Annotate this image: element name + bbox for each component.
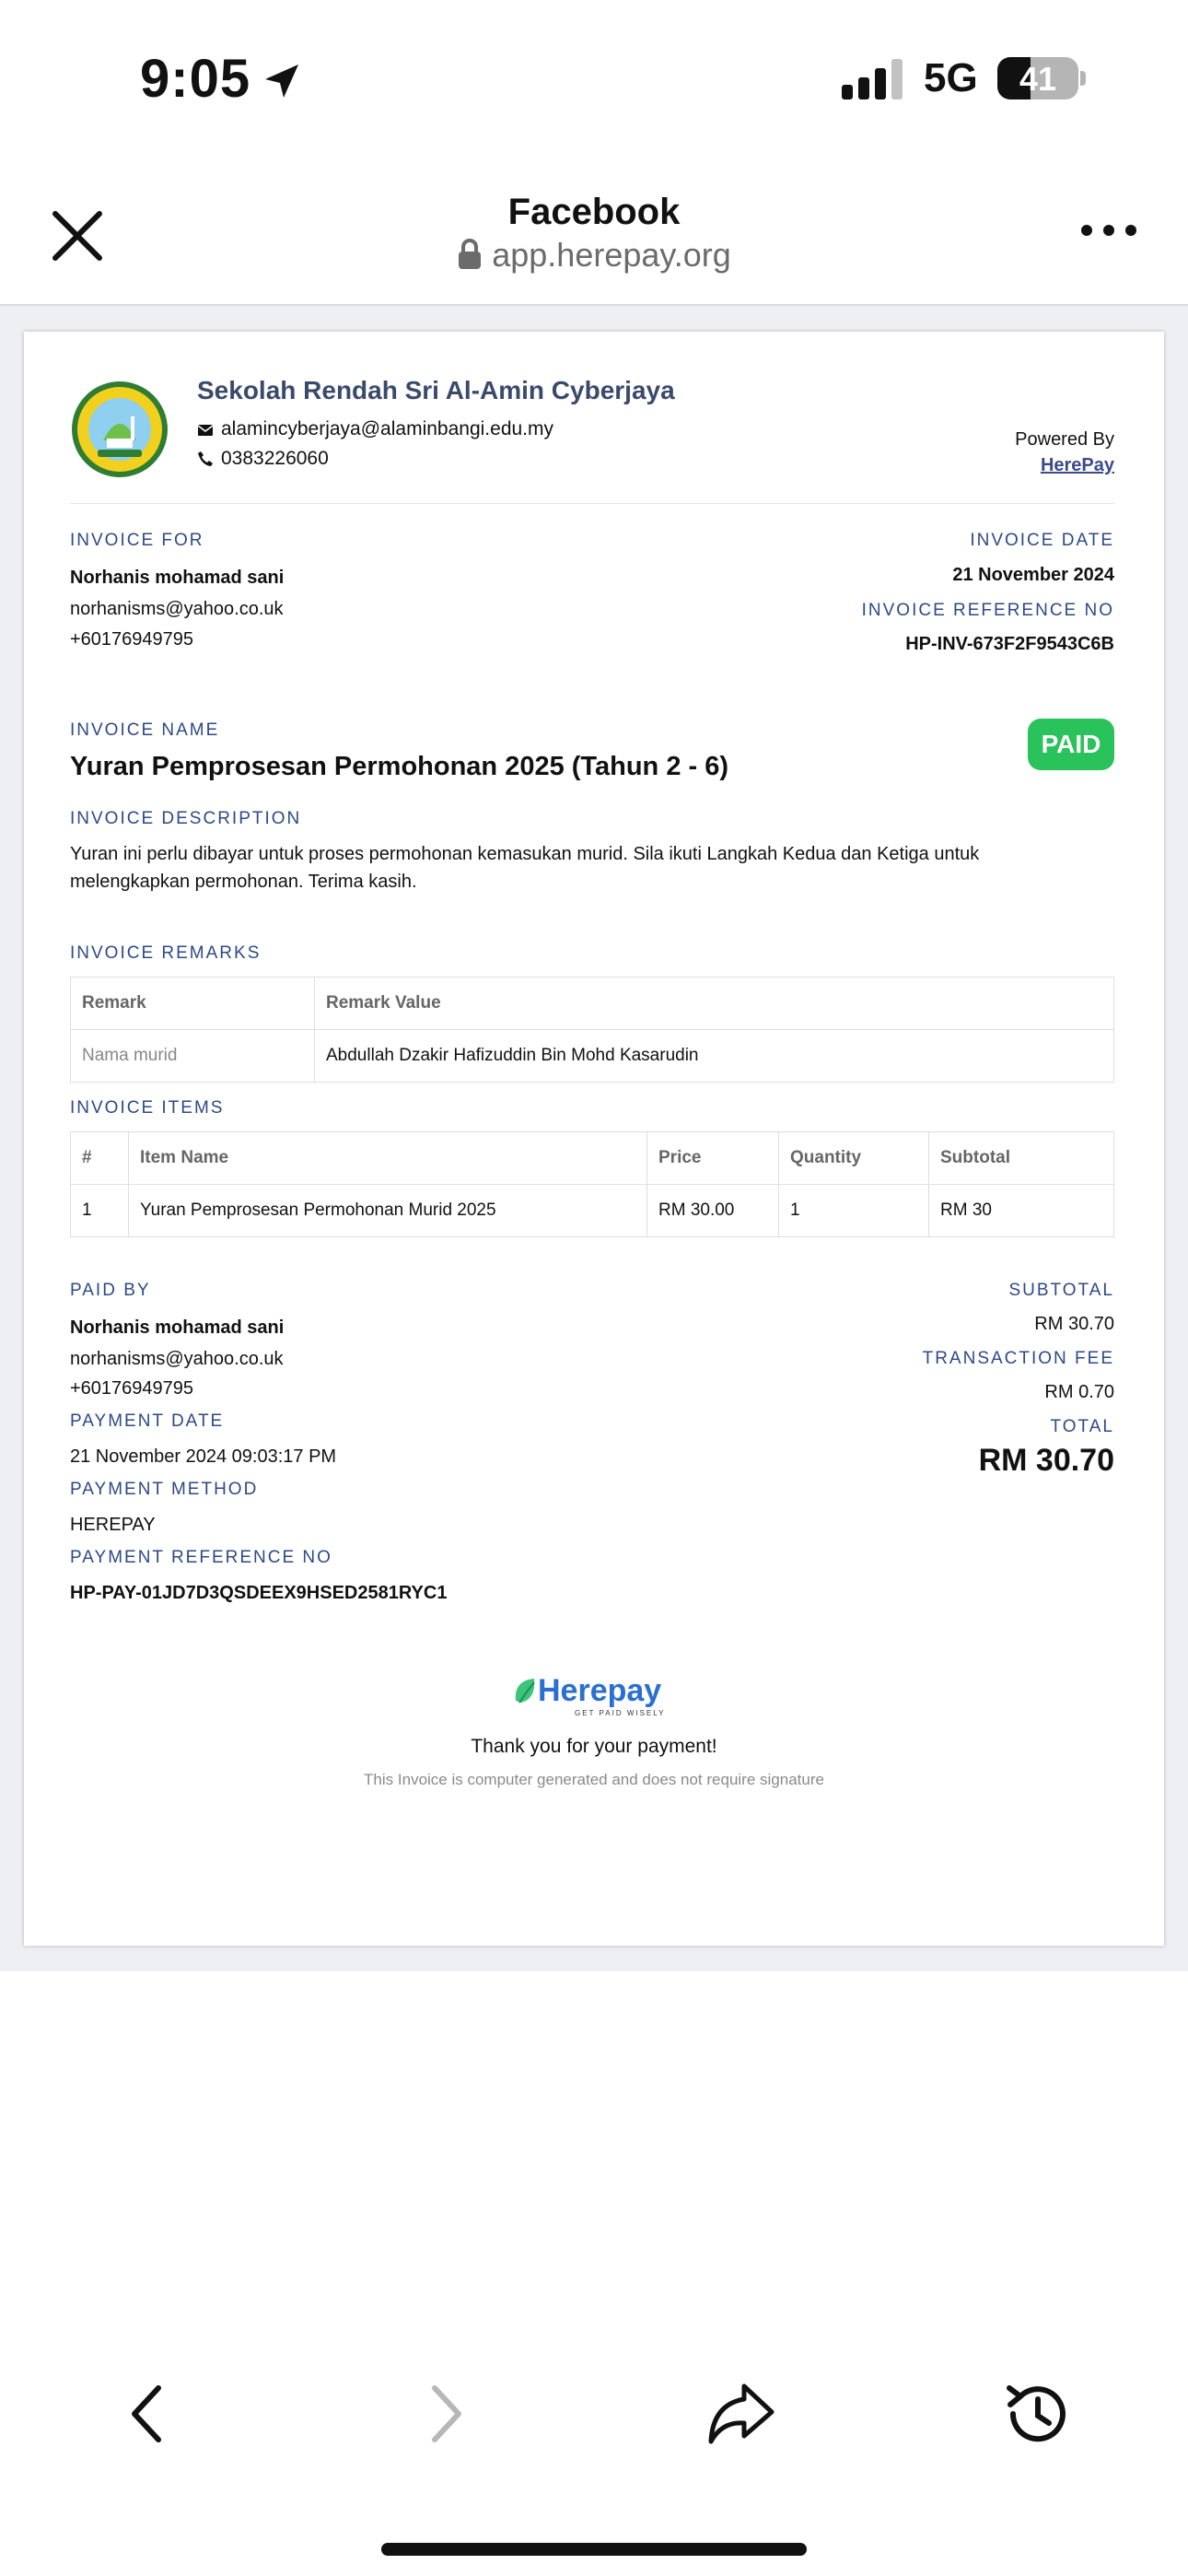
table-cell: 1 [778,1184,929,1237]
school-name: Sekolah Rendah Sri Al-Amin Cyberjaya [197,376,675,404]
table-header: Remark Value [314,977,1114,1030]
school-phone: 0383226060 [197,448,329,470]
table-header: Quantity [778,1131,929,1185]
table-header: # [70,1131,129,1185]
invoice-description: Yuran ini perlu dibayar untuk proses per… [70,844,980,892]
table-header: Item Name [128,1131,647,1185]
items-table: # Item Name Price Quantity Subtotal 1 Yu… [70,1131,1114,1237]
table-cell: 1 [70,1184,129,1237]
payment-ref-no: HP-PAY-01JD7D3QSDEEX9HSED2581RYC1 [70,1583,448,1603]
more-options-icon[interactable] [1079,221,1138,240]
payment-date-label: PAYMENT DATE [70,1411,225,1431]
battery-cap [1080,71,1086,86]
payment-ref-label: PAYMENT REFERENCE NO [70,1548,332,1567]
network-type: 5G [924,55,978,100]
school-email-text: alamincyberjaya@alaminbangi.edu.my [221,418,553,439]
invoice-date: 21 November 2024 [952,565,1114,585]
invoice-name: Yuran Pemprosesan Permohonan 2025 (Tahun… [70,752,729,781]
back-arrow-icon[interactable] [111,2377,184,2451]
table-header: Price [646,1131,779,1185]
total-value: RM 30.70 [978,1443,1114,1478]
home-indicator[interactable] [381,2543,807,2556]
school-logo [72,381,168,477]
browser-header: Facebook app.herepay.org [0,157,1188,306]
herepay-logo-text: Herepay [538,1673,661,1708]
payer-email: norhanisms@yahoo.co.uk [70,1349,284,1369]
table-cell: RM 30 [928,1184,1114,1237]
customer-name: Norhanis mohamad sani [70,568,285,588]
url-text: app.herepay.org [492,236,731,274]
payment-method: HEREPAY [70,1515,156,1535]
herepay-logo: Herepay GET PAID WISELY [515,1673,665,1717]
history-icon[interactable] [1000,2377,1074,2451]
table-header: Remark [70,977,315,1030]
invoice-date-label: INVOICE DATE [970,531,1114,550]
table-header-row: Remark Remark Value [70,977,1114,1030]
battery-icon: 41 [997,57,1078,100]
table-row: 1 Yuran Pemprosesan Permohonan Murid 202… [70,1184,1114,1237]
cellular-signal-icon [842,59,903,100]
herepay-tagline: GET PAID WISELY [575,1709,665,1717]
lock-icon [459,239,482,269]
subtotal-value: RM 30.70 [1034,1314,1114,1334]
table-header: Subtotal [928,1131,1114,1185]
battery-percent: 41 [1019,60,1057,98]
transaction-fee-label: TRANSACTION FEE [922,1349,1114,1368]
table-cell: Yuran Pemprosesan Permohonan Murid 2025 [128,1184,647,1237]
thank-you-message: Thank you for your payment! [471,1736,717,1757]
divider [70,503,1114,504]
total-label: TOTAL [1050,1417,1114,1436]
browser-url[interactable]: app.herepay.org [0,236,1188,275]
invoice-name-label: INVOICE NAME [70,720,220,740]
table-row: Nama murid Abdullah Dzakir Hafizuddin Bi… [70,1029,1114,1083]
remarks-table: Remark Remark Value Nama murid Abdullah … [70,977,1114,1083]
table-cell: Abdullah Dzakir Hafizuddin Bin Mohd Kasa… [314,1029,1114,1083]
share-icon[interactable] [704,2377,777,2451]
paid-by-label: PAID BY [70,1281,151,1300]
payment-method-label: PAYMENT METHOD [70,1480,259,1499]
envelope-icon [197,425,214,436]
signature-note: This Invoice is computer generated and d… [364,1771,824,1788]
invoice-description-label: INVOICE DESCRIPTION [70,809,302,828]
invoice-for-label: INVOICE FOR [70,531,204,550]
table-cell: Nama murid [70,1029,315,1083]
payer-name: Norhanis mohamad sani [70,1317,285,1338]
phone-icon [198,451,213,466]
subtotal-label: SUBTOTAL [1008,1281,1114,1300]
table-cell: RM 30.00 [646,1184,779,1237]
school-email: alamincyberjaya@alaminbangi.edu.my [197,418,553,440]
invoice-ref-no: HP-INV-673F2F9543C6B [905,634,1114,654]
forward-arrow-icon[interactable] [409,2377,483,2451]
invoice-ref-label: INVOICE REFERENCE NO [861,601,1114,620]
powered-by: Powered By [1015,429,1114,450]
invoice-remarks-label: INVOICE REMARKS [70,943,262,963]
school-phone-text: 0383226060 [221,448,329,469]
herepay-link[interactable]: HerePay [1041,455,1114,476]
status-badge: PAID [1028,719,1114,770]
browser-title: Facebook [507,192,681,232]
status-time: 9:05 [140,49,251,109]
customer-phone: +60176949795 [70,629,194,650]
invoice-items-label: INVOICE ITEMS [70,1098,225,1118]
customer-email: norhanisms@yahoo.co.uk [70,599,284,619]
payer-phone: +60176949795 [70,1378,194,1399]
status-bar: 9:05 5G 41 [0,0,1188,157]
invoice-document: Sekolah Rendah Sri Al-Amin Cyberjaya ala… [24,332,1164,1946]
table-header-row: # Item Name Price Quantity Subtotal [70,1131,1114,1185]
payment-date: 21 November 2024 09:03:17 PM [70,1446,337,1467]
location-arrow-icon [265,64,298,98]
transaction-fee-value: RM 0.70 [1044,1382,1114,1402]
